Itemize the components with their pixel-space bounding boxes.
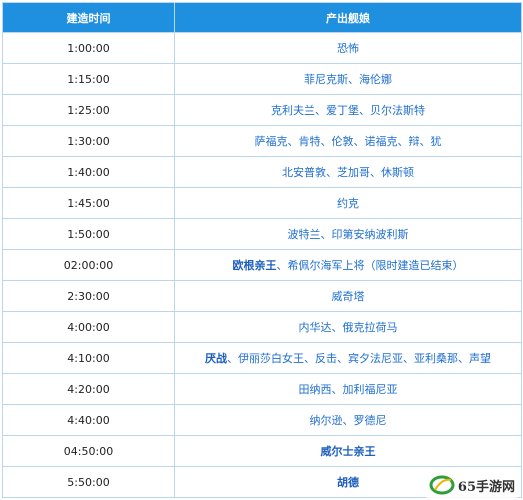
ship-names: 波特兰、印第安纳波利斯 <box>287 228 409 241</box>
build-time-cell: 1:00:00 <box>2 32 175 64</box>
build-time-cell: 1:30:00 <box>2 125 175 157</box>
table-row: 4:20:00 田纳西、加利福尼亚 <box>2 373 522 405</box>
ship-names: 克利夫兰、爱丁堡、贝尔法斯特 <box>271 104 425 117</box>
ship-list-cell: 欧根亲王、希佩尔海军上将（限时建造已结束） <box>174 249 522 281</box>
table-row: 1:00:00 恐怖 <box>2 32 522 64</box>
build-time-cell: 1:45:00 <box>2 187 175 219</box>
ship-list-cell: 北安普敦、芝加哥、休斯顿 <box>174 156 522 188</box>
build-time-cell: 4:10:00 <box>2 342 175 374</box>
ship-list-cell: 波特兰、印第安纳波利斯 <box>174 218 522 250</box>
ship-list-cell: 威尔士亲王 <box>174 435 522 467</box>
ship-names: 约克 <box>337 197 359 210</box>
build-time-table: 建造时间 产出舰娘 1:00:00 恐怖 1:15:00 菲尼克斯、海伦娜 1:25:0… <box>2 2 522 498</box>
ship-names: 威奇塔 <box>331 290 365 303</box>
watermark-text: 65手游网 <box>457 479 515 495</box>
header-build-time: 建造时间 <box>2 2 175 33</box>
build-time-cell: 4:40:00 <box>2 404 175 436</box>
build-time-cell: 1:25:00 <box>2 94 175 126</box>
leaf-icon <box>429 475 455 495</box>
ship-list-cell: 内华达、俄克拉荷马 <box>174 311 522 343</box>
build-time-cell: 4:00:00 <box>2 311 175 343</box>
table-row: 04:50:00 威尔士亲王 <box>2 435 522 467</box>
ship-list-cell: 威奇塔 <box>174 280 522 312</box>
ship-names: 萨福克、肯特、伦敦、诺福克、辩、犹 <box>254 135 442 148</box>
highlighted-ship: 胡德 <box>337 476 359 489</box>
table-row: 4:10:00 厌战、伊丽莎白女王、反击、宾夕法尼亚、亚利桑那、声望 <box>2 342 522 374</box>
table-row: 4:40:00 纳尔逊、罗德尼 <box>2 404 522 436</box>
ship-list-cell: 约克 <box>174 187 522 219</box>
ship-list-cell: 田纳西、加利福尼亚 <box>174 373 522 405</box>
table-row: 1:15:00 菲尼克斯、海伦娜 <box>2 63 522 95</box>
ship-names: 恐怖 <box>337 42 359 55</box>
ship-list-cell: 纳尔逊、罗德尼 <box>174 404 522 436</box>
build-time-cell: 1:15:00 <box>2 63 175 95</box>
ship-names: 纳尔逊、罗德尼 <box>309 414 387 427</box>
table-header-row: 建造时间 产出舰娘 <box>2 2 522 33</box>
build-time-cell: 1:50:00 <box>2 218 175 250</box>
highlighted-ship: 欧根亲王 <box>232 259 277 272</box>
table-row: 1:40:00 北安普敦、芝加哥、休斯顿 <box>2 156 522 188</box>
ship-names: 菲尼克斯、海伦娜 <box>304 73 392 86</box>
table-row: 2:30:00 威奇塔 <box>2 280 522 312</box>
ship-list-cell: 克利夫兰、爱丁堡、贝尔法斯特 <box>174 94 522 126</box>
ship-list-cell: 厌战、伊丽莎白女王、反击、宾夕法尼亚、亚利桑那、声望 <box>174 342 522 374</box>
build-time-cell: 4:20:00 <box>2 373 175 405</box>
ship-names: 、伊丽莎白女王、反击、宾夕法尼亚、亚利桑那、声望 <box>227 352 491 365</box>
ship-list-cell: 萨福克、肯特、伦敦、诺福克、辩、犹 <box>174 125 522 157</box>
build-time-cell: 02:00:00 <box>2 249 175 281</box>
build-time-cell: 1:40:00 <box>2 156 175 188</box>
table-row: 1:45:00 约克 <box>2 187 522 219</box>
table-row: 02:00:00 欧根亲王、希佩尔海军上将（限时建造已结束） <box>2 249 522 281</box>
highlighted-ship: 厌战 <box>205 352 227 365</box>
table-row: 4:00:00 内华达、俄克拉荷马 <box>2 311 522 343</box>
ship-names: 内华达、俄克拉荷马 <box>298 321 398 334</box>
ship-names: 田纳西、加利福尼亚 <box>298 383 398 396</box>
ship-list-cell: 菲尼克斯、海伦娜 <box>174 63 522 95</box>
ship-list-cell: 恐怖 <box>174 32 522 64</box>
build-time-cell: 04:50:00 <box>2 435 175 467</box>
ship-names: 、希佩尔海军上将（限时建造已结束） <box>276 259 464 272</box>
watermark-logo: 65手游网 <box>424 472 519 498</box>
header-ship-output: 产出舰娘 <box>174 2 522 33</box>
highlighted-ship: 威尔士亲王 <box>320 445 376 458</box>
ship-names: 北安普敦、芝加哥、休斯顿 <box>282 166 414 179</box>
build-time-cell: 5:50:00 <box>2 466 175 498</box>
table-row: 1:30:00 萨福克、肯特、伦敦、诺福克、辩、犹 <box>2 125 522 157</box>
build-time-cell: 2:30:00 <box>2 280 175 312</box>
table-row: 1:50:00 波特兰、印第安纳波利斯 <box>2 218 522 250</box>
table-row: 1:25:00 克利夫兰、爱丁堡、贝尔法斯特 <box>2 94 522 126</box>
